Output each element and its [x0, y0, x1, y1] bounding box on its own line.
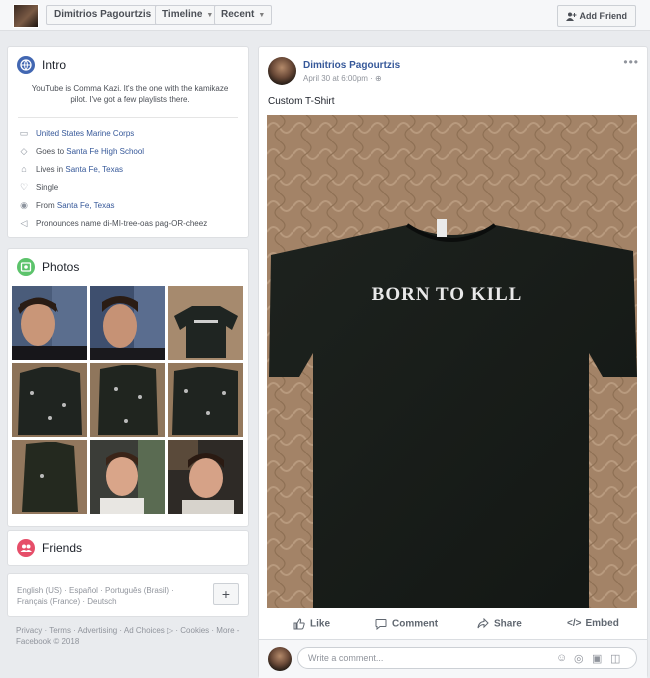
- post-timestamp[interactable]: April 30 at 6:00pm · ⊕: [303, 74, 382, 83]
- languages-card: English (US) · Español · Português (Bras…: [7, 573, 249, 617]
- profile-name-button[interactable]: Dimitrios Pagourtzis: [46, 5, 160, 25]
- friends-icon: [17, 539, 35, 557]
- photo-thumbnail[interactable]: [90, 363, 165, 437]
- relationship-text: Single: [36, 183, 59, 192]
- intro-row-pronunciation: ◁ Pronounces name di-MI-tree-oas pag-OR-c…: [18, 217, 208, 229]
- add-friend-icon: [565, 12, 576, 22]
- intro-row-from: ◉ From Santa Fe, Texas: [18, 199, 115, 211]
- speaker-icon: ◁: [20, 218, 28, 228]
- chevron-down-icon: ▼: [206, 12, 214, 19]
- intro-bio: YouTube is Comma Kazi. It's the one with…: [31, 84, 229, 104]
- share-button[interactable]: Share: [477, 617, 522, 630]
- photos-title: Photos: [42, 260, 80, 274]
- photo-thumbnail[interactable]: [12, 440, 87, 514]
- globe-icon: [17, 56, 35, 74]
- divider: [18, 117, 238, 118]
- home-icon: ⌂: [21, 164, 27, 174]
- comment-input[interactable]: [297, 647, 637, 669]
- add-friend-label: Add Friend: [579, 11, 628, 21]
- photo-thumbnail[interactable]: [90, 286, 165, 360]
- language-links[interactable]: English (US) · Español · Português (Bras…: [17, 585, 197, 607]
- comment-label: Comment: [392, 618, 439, 630]
- post-timestamp-text: April 30 at 6:00pm ·: [303, 74, 373, 83]
- heart-icon: ♡: [19, 182, 29, 192]
- photos-icon: [17, 258, 35, 276]
- share-label: Share: [494, 618, 522, 630]
- post-actions-bar: Like Comment Share </> Embed: [259, 611, 647, 637]
- footer-links[interactable]: Privacy · Terms · Advertising · Ad Choic…: [16, 625, 246, 636]
- work-link[interactable]: United States Marine Corps: [36, 129, 134, 138]
- photo-thumbnail[interactable]: [168, 440, 243, 514]
- photo-thumbnail[interactable]: [12, 363, 87, 437]
- school-link[interactable]: Santa Fe High School: [66, 147, 144, 156]
- location-pin-icon: ◉: [20, 200, 28, 210]
- recent-label: Recent: [221, 9, 255, 20]
- like-button[interactable]: Like: [293, 618, 330, 630]
- from-link[interactable]: Santa Fe, Texas: [57, 201, 115, 210]
- thumbs-up-icon: [293, 618, 305, 630]
- emoji-icon[interactable]: ☺: [556, 652, 567, 664]
- briefcase-icon: ▭: [19, 128, 29, 138]
- post-author-avatar[interactable]: [268, 57, 296, 85]
- profile-top-bar: Dimitrios Pagourtzis Timeline ▼ Recent ▼ A…: [0, 0, 650, 31]
- intro-title: Intro: [42, 58, 67, 72]
- photo-thumbnail[interactable]: [168, 286, 243, 360]
- intro-row-relationship: ♡ Single: [18, 181, 58, 193]
- post-card: Dimitrios Pagourtzis April 30 at 6:00pm …: [258, 46, 648, 678]
- camera-icon[interactable]: ◎: [574, 652, 584, 665]
- chevron-down-icon: ▼: [258, 12, 266, 19]
- embed-button[interactable]: </> Embed: [567, 618, 619, 629]
- post-photo[interactable]: BORN TO KILL: [267, 115, 637, 608]
- post-text: Custom T-Shirt: [268, 96, 335, 107]
- footer-copyright: Facebook © 2018: [16, 637, 80, 646]
- comment-composer: ☺ ◎ ▣ ◫: [259, 639, 647, 678]
- timeline-tab[interactable]: Timeline ▼: [155, 5, 221, 25]
- intro-row-lives: ⌂ Lives in Santa Fe, Texas: [18, 163, 123, 175]
- recent-tab[interactable]: Recent ▼: [214, 5, 273, 25]
- intro-row-school: ◇ Goes to Santa Fe High School: [18, 145, 145, 157]
- shirt-slogan: BORN TO KILL: [372, 284, 523, 305]
- graduation-cap-icon: ◇: [20, 146, 28, 156]
- profile-thumbnail[interactable]: [13, 4, 39, 28]
- add-language-button[interactable]: +: [213, 583, 239, 605]
- photo-thumbnail[interactable]: [12, 286, 87, 360]
- more-options-icon[interactable]: •••: [623, 55, 639, 69]
- intro-row-work: ▭ United States Marine Corps: [18, 127, 135, 139]
- comment-button[interactable]: Comment: [375, 618, 439, 631]
- comment-icon: [375, 619, 387, 631]
- sticker-icon[interactable]: ◫: [610, 652, 620, 665]
- like-label: Like: [310, 618, 331, 630]
- pronunciation-text: Pronounces name di-MI-tree-oas pag-OR-ch…: [36, 219, 208, 228]
- intro-card: Intro YouTube is Comma Kazi. It's the on…: [7, 46, 249, 238]
- friends-title: Friends: [42, 541, 83, 555]
- lives-prefix: Lives in: [36, 165, 66, 174]
- timeline-label: Timeline: [162, 9, 203, 20]
- friends-card[interactable]: Friends: [7, 530, 249, 566]
- globe-icon: ⊕: [375, 74, 382, 83]
- code-icon: </>: [567, 618, 582, 629]
- photo-thumbnail[interactable]: [90, 440, 165, 514]
- embed-label: Embed: [585, 618, 619, 629]
- post-author-name[interactable]: Dimitrios Pagourtzis: [303, 60, 400, 71]
- photo-thumbnail[interactable]: [168, 363, 243, 437]
- gif-icon[interactable]: ▣: [592, 652, 602, 665]
- photos-card: Photos: [7, 248, 249, 527]
- commenter-avatar: [268, 647, 292, 671]
- page-footer: Privacy · Terms · Advertising · Ad Choic…: [16, 625, 246, 647]
- lives-link[interactable]: Santa Fe, Texas: [65, 165, 123, 174]
- share-icon: [477, 617, 489, 629]
- from-prefix: From: [36, 201, 57, 210]
- school-prefix: Goes to: [36, 147, 67, 156]
- add-friend-button[interactable]: Add Friend: [556, 5, 636, 27]
